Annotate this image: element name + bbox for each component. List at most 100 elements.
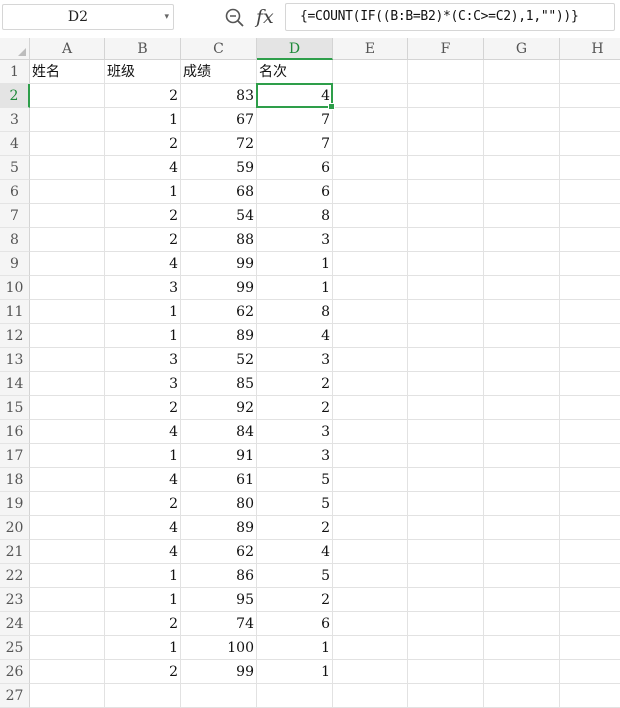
cell-d16[interactable]: 3 <box>257 420 333 444</box>
cell-c12[interactable]: 89 <box>181 324 257 348</box>
cell-b12[interactable]: 1 <box>105 324 181 348</box>
cell-b21[interactable]: 4 <box>105 540 181 564</box>
cell-g26[interactable] <box>484 660 560 684</box>
cell-a12[interactable] <box>30 324 105 348</box>
cell-b1[interactable]: 班级 <box>105 60 181 84</box>
cell-e14[interactable] <box>333 372 408 396</box>
row-header[interactable]: 18 <box>0 468 30 492</box>
cell-h12[interactable] <box>560 324 620 348</box>
cell-f13[interactable] <box>408 348 484 372</box>
cell-f12[interactable] <box>408 324 484 348</box>
cell-a7[interactable] <box>30 204 105 228</box>
row-header[interactable]: 17 <box>0 444 30 468</box>
row-header[interactable]: 19 <box>0 492 30 516</box>
cell-g23[interactable] <box>484 588 560 612</box>
cell-e2[interactable] <box>333 84 408 108</box>
cell-f11[interactable] <box>408 300 484 324</box>
cell-b23[interactable]: 1 <box>105 588 181 612</box>
cell-b15[interactable]: 2 <box>105 396 181 420</box>
cell-c4[interactable]: 72 <box>181 132 257 156</box>
cell-d6[interactable]: 6 <box>257 180 333 204</box>
select-all-corner[interactable] <box>0 38 30 60</box>
cell-c3[interactable]: 67 <box>181 108 257 132</box>
cell-h17[interactable] <box>560 444 620 468</box>
cell-h23[interactable] <box>560 588 620 612</box>
cell-c10[interactable]: 99 <box>181 276 257 300</box>
cell-a25[interactable] <box>30 636 105 660</box>
cell-e12[interactable] <box>333 324 408 348</box>
row-header[interactable]: 21 <box>0 540 30 564</box>
cell-d11[interactable]: 8 <box>257 300 333 324</box>
cell-d27[interactable] <box>257 684 333 708</box>
row-header[interactable]: 5 <box>0 156 30 180</box>
cell-c17[interactable]: 91 <box>181 444 257 468</box>
row-header[interactable]: 8 <box>0 228 30 252</box>
cell-d25[interactable]: 1 <box>257 636 333 660</box>
cell-b27[interactable] <box>105 684 181 708</box>
cell-g6[interactable] <box>484 180 560 204</box>
cell-b16[interactable]: 4 <box>105 420 181 444</box>
cell-h13[interactable] <box>560 348 620 372</box>
row-header[interactable]: 14 <box>0 372 30 396</box>
cell-c5[interactable]: 59 <box>181 156 257 180</box>
cell-h24[interactable] <box>560 612 620 636</box>
cell-b3[interactable]: 1 <box>105 108 181 132</box>
cell-f17[interactable] <box>408 444 484 468</box>
cell-b25[interactable]: 1 <box>105 636 181 660</box>
row-header[interactable]: 22 <box>0 564 30 588</box>
cell-d14[interactable]: 2 <box>257 372 333 396</box>
cell-h6[interactable] <box>560 180 620 204</box>
cell-d22[interactable]: 5 <box>257 564 333 588</box>
cell-a4[interactable] <box>30 132 105 156</box>
cell-h27[interactable] <box>560 684 620 708</box>
cell-g25[interactable] <box>484 636 560 660</box>
cell-d13[interactable]: 3 <box>257 348 333 372</box>
cell-b6[interactable]: 1 <box>105 180 181 204</box>
cell-a6[interactable] <box>30 180 105 204</box>
row-header[interactable]: 13 <box>0 348 30 372</box>
cell-d3[interactable]: 7 <box>257 108 333 132</box>
cell-c27[interactable] <box>181 684 257 708</box>
cell-b24[interactable]: 2 <box>105 612 181 636</box>
cell-g13[interactable] <box>484 348 560 372</box>
row-header[interactable]: 20 <box>0 516 30 540</box>
row-header[interactable]: 15 <box>0 396 30 420</box>
cell-b2[interactable]: 2 <box>105 84 181 108</box>
cell-d9[interactable]: 1 <box>257 252 333 276</box>
cell-h19[interactable] <box>560 492 620 516</box>
cell-g17[interactable] <box>484 444 560 468</box>
cell-d5[interactable]: 6 <box>257 156 333 180</box>
cell-e27[interactable] <box>333 684 408 708</box>
cell-h15[interactable] <box>560 396 620 420</box>
column-header-d[interactable]: D <box>257 38 333 60</box>
formula-input[interactable]: {=COUNT(IF((B:B=B2)*(C:C>=C2),1,""))} <box>285 3 615 31</box>
cell-a22[interactable] <box>30 564 105 588</box>
cell-b26[interactable]: 2 <box>105 660 181 684</box>
cell-e11[interactable] <box>333 300 408 324</box>
row-header[interactable]: 11 <box>0 300 30 324</box>
cell-h16[interactable] <box>560 420 620 444</box>
cell-g4[interactable] <box>484 132 560 156</box>
cell-h18[interactable] <box>560 468 620 492</box>
row-header[interactable]: 9 <box>0 252 30 276</box>
column-header-c[interactable]: C <box>181 38 257 60</box>
cell-e24[interactable] <box>333 612 408 636</box>
cell-e26[interactable] <box>333 660 408 684</box>
cell-b11[interactable]: 1 <box>105 300 181 324</box>
cell-h1[interactable] <box>560 60 620 84</box>
cell-a11[interactable] <box>30 300 105 324</box>
cell-e6[interactable] <box>333 180 408 204</box>
cell-e7[interactable] <box>333 204 408 228</box>
cell-g11[interactable] <box>484 300 560 324</box>
cell-e16[interactable] <box>333 420 408 444</box>
cell-b19[interactable]: 2 <box>105 492 181 516</box>
cell-d8[interactable]: 3 <box>257 228 333 252</box>
cell-h14[interactable] <box>560 372 620 396</box>
row-header[interactable]: 27 <box>0 684 30 708</box>
cell-f21[interactable] <box>408 540 484 564</box>
cell-a23[interactable] <box>30 588 105 612</box>
cell-e4[interactable] <box>333 132 408 156</box>
cell-d7[interactable]: 8 <box>257 204 333 228</box>
column-header-a[interactable]: A <box>30 38 105 60</box>
cell-c8[interactable]: 88 <box>181 228 257 252</box>
